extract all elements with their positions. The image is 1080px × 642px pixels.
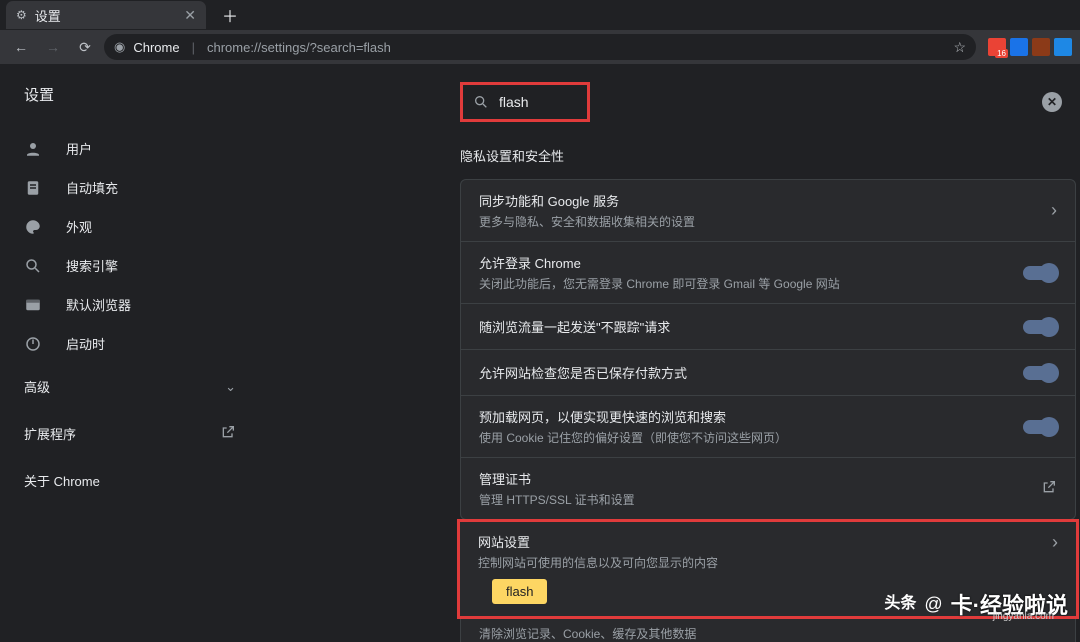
autofill-icon [24, 179, 42, 197]
open-external-icon [220, 424, 236, 443]
extension-icon[interactable] [988, 38, 1006, 56]
row-do-not-track[interactable]: 随浏览流量一起发送"不跟踪"请求 [461, 303, 1075, 349]
extension-icon[interactable] [1010, 38, 1028, 56]
row-title: 同步功能和 Google 服务 [479, 191, 1039, 210]
sidebar-item-label: 自动填充 [66, 178, 118, 197]
bookmark-star-icon[interactable]: ☆ [953, 39, 966, 56]
row-title: 网站设置 [478, 532, 1040, 551]
extension-icons [988, 38, 1072, 56]
tab-strip: ⚙ 设置 ✕ ＋ [0, 0, 1080, 30]
watermark-logo: 头条 [884, 596, 916, 612]
watermark: 头条 @ 卡·经验啦说 jingyanla.com [884, 588, 1068, 620]
open-external-icon [1041, 479, 1057, 498]
toggle-switch[interactable] [1023, 266, 1057, 280]
row-sync-services[interactable]: 同步功能和 Google 服务 更多与隐私、安全和数据收集相关的设置 › [461, 180, 1075, 241]
back-button[interactable]: ← [8, 34, 34, 60]
chevron-down-icon: ⌄ [106, 379, 236, 395]
sidebar-item-about[interactable]: 关于 Chrome [0, 457, 260, 504]
chrome-icon: ◉ [114, 39, 125, 55]
sidebar-extensions-label: 扩展程序 [24, 424, 76, 443]
url-separator: | [192, 40, 195, 55]
row-subtitle: 控制网站可使用的信息以及可向您显示的内容 [478, 554, 1040, 571]
sidebar-item-appearance[interactable]: 外观 [0, 207, 260, 246]
url-scheme: Chrome [133, 40, 179, 55]
section-heading-privacy: 隐私设置和安全性 [460, 146, 1080, 165]
sidebar-item-label: 启动时 [66, 334, 105, 353]
row-allow-signin[interactable]: 允许登录 Chrome 关闭此功能后，您无需登录 Chrome 即可登录 Gma… [461, 241, 1075, 303]
row-title: 允许网站检查您是否已保存付款方式 [479, 363, 1011, 382]
browser-icon [24, 296, 42, 314]
address-bar[interactable]: ◉ Chrome | chrome://settings/?search=fla… [104, 34, 976, 60]
row-subtitle: 更多与隐私、安全和数据收集相关的设置 [479, 213, 1039, 230]
sidebar-item-advanced[interactable]: 高级 ⌄ [0, 363, 260, 410]
power-icon [24, 335, 42, 353]
person-icon [24, 140, 42, 158]
row-preload[interactable]: 预加载网页，以便实现更快速的浏览和搜索 使用 Cookie 记住您的偏好设置（即… [461, 395, 1075, 457]
url-text: chrome://settings/?search=flash [207, 40, 391, 55]
gear-icon: ⚙ [16, 8, 27, 22]
extension-icon[interactable] [1032, 38, 1050, 56]
toolbar: ← → ⟳ ◉ Chrome | chrome://settings/?sear… [0, 30, 1080, 64]
row-subtitle: 管理 HTTPS/SSL 证书和设置 [479, 491, 1029, 508]
tab-title: 设置 [35, 6, 61, 25]
toggle-switch[interactable] [1023, 320, 1057, 334]
row-subtitle: 使用 Cookie 记住您的偏好设置（即使您不访问这些网页） [479, 429, 1011, 446]
search-icon [473, 94, 489, 110]
settings-card: 同步功能和 Google 服务 更多与隐私、安全和数据收集相关的设置 › 允许登… [460, 179, 1076, 520]
sidebar-item-label: 用户 [66, 139, 92, 158]
row-subtitle: 关闭此功能后，您无需登录 Chrome 即可登录 Gmail 等 Google … [479, 275, 1011, 292]
new-tab-button[interactable]: ＋ [218, 3, 242, 27]
row-payment-check[interactable]: 允许网站检查您是否已保存付款方式 [461, 349, 1075, 395]
close-tab-icon[interactable]: ✕ [184, 7, 196, 24]
page-title: 设置 [0, 84, 260, 129]
settings-main: ✕ 隐私设置和安全性 同步功能和 Google 服务 更多与隐私、安全和数据收集… [260, 64, 1080, 628]
sidebar-item-extensions[interactable]: 扩展程序 [0, 410, 260, 457]
sidebar-item-search[interactable]: 搜索引擎 [0, 246, 260, 285]
row-title: 预加载网页，以便实现更快速的浏览和搜索 [479, 407, 1011, 426]
browser-tab[interactable]: ⚙ 设置 ✕ [6, 1, 206, 29]
row-title: 管理证书 [479, 469, 1029, 488]
row-manage-certs[interactable]: 管理证书 管理 HTTPS/SSL 证书和设置 [461, 457, 1075, 519]
sidebar-item-label: 外观 [66, 217, 92, 236]
sidebar-about-label: 关于 Chrome [24, 474, 100, 489]
row-title: 随浏览流量一起发送"不跟踪"请求 [479, 317, 1011, 336]
forward-button[interactable]: → [40, 34, 66, 60]
watermark-url: jingyanla.com [993, 611, 1054, 622]
sidebar-advanced-label: 高级 [24, 377, 50, 396]
row-title: 允许登录 Chrome [479, 253, 1011, 272]
chevron-right-icon: › [1052, 532, 1058, 553]
sidebar-item-label: 默认浏览器 [66, 295, 131, 314]
row-subtitle: 清除浏览记录、Cookie、缓存及其他数据 [479, 627, 696, 641]
sidebar-item-startup[interactable]: 启动时 [0, 324, 260, 363]
chevron-right-icon: › [1051, 200, 1057, 221]
sidebar-item-people[interactable]: 用户 [0, 129, 260, 168]
search-icon [24, 257, 42, 275]
extension-icon[interactable] [1054, 38, 1072, 56]
settings-sidebar: 设置 用户 自动填充 外观 搜索引擎 默认浏览器 启动时 高级 ⌄ [0, 64, 260, 628]
search-match-chip: flash [492, 579, 547, 604]
sidebar-item-default-browser[interactable]: 默认浏览器 [0, 285, 260, 324]
palette-icon [24, 218, 42, 236]
settings-search-box[interactable] [460, 82, 590, 122]
sidebar-item-label: 搜索引擎 [66, 256, 118, 275]
row-clear-data-partial: 清除浏览记录、Cookie、缓存及其他数据 [460, 619, 1076, 642]
settings-search-input[interactable] [499, 94, 559, 110]
sidebar-item-autofill[interactable]: 自动填充 [0, 168, 260, 207]
toggle-switch[interactable] [1023, 366, 1057, 380]
clear-search-button[interactable]: ✕ [1042, 92, 1062, 112]
toggle-switch[interactable] [1023, 420, 1057, 434]
reload-button[interactable]: ⟳ [72, 34, 98, 60]
